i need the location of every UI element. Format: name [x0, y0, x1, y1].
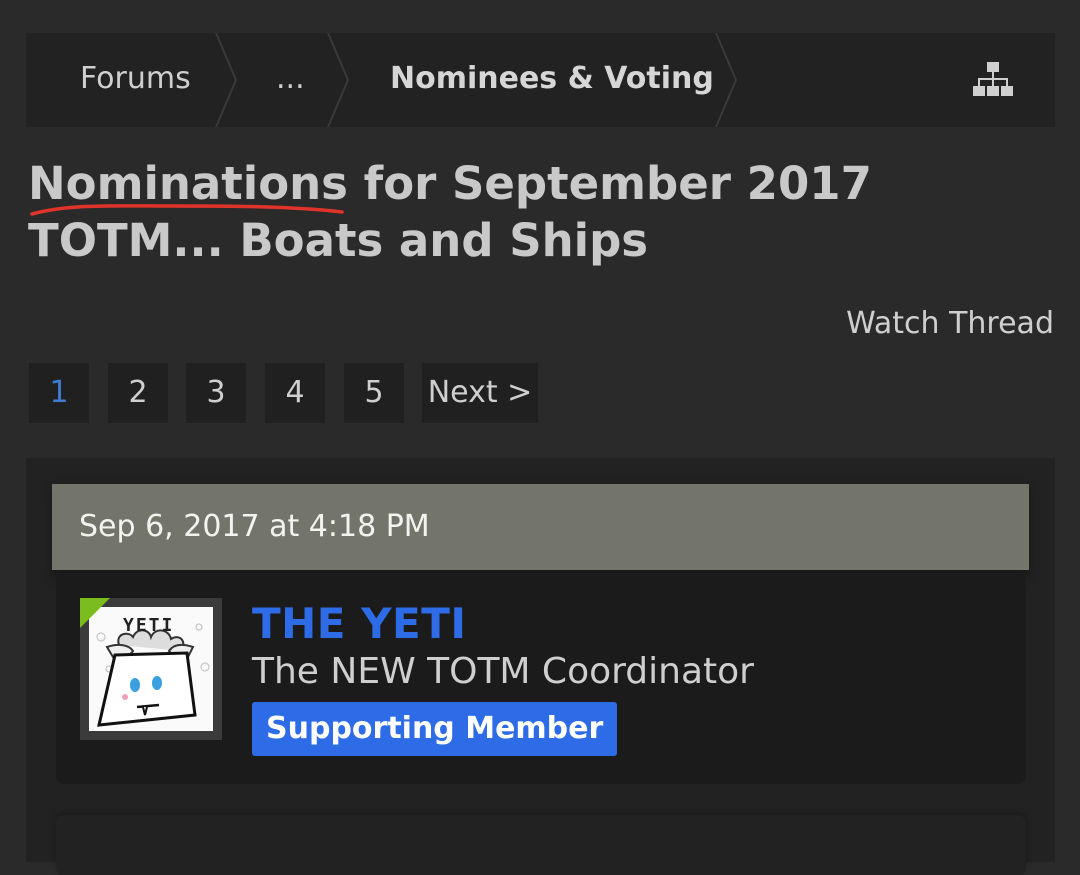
supporting-member-badge: Supporting Member: [252, 702, 618, 756]
watch-thread-link[interactable]: Watch Thread: [846, 306, 1054, 341]
spellcheck-underline-icon: [30, 204, 344, 216]
page-4-button[interactable]: 4: [265, 363, 325, 423]
next-page-button[interactable]: Next >: [422, 363, 538, 423]
user-title: The NEW TOTM Coordinator: [252, 651, 754, 692]
avatar-text: YETI: [123, 615, 175, 636]
sitemap-icon[interactable]: [973, 60, 1013, 100]
post-body: [56, 815, 1026, 875]
page-1-button[interactable]: 1: [29, 363, 89, 423]
breadcrumb-separator-icon: [326, 33, 350, 127]
online-status-icon: [80, 598, 110, 628]
user-card: YETI THE YETI The NEW TOTM Coordinator S…: [56, 573, 1026, 784]
breadcrumb-forums[interactable]: Forums: [80, 33, 191, 127]
page-3-button[interactable]: 3: [186, 363, 246, 423]
page-2-button[interactable]: 2: [108, 363, 168, 423]
avatar[interactable]: YETI: [80, 598, 222, 740]
breadcrumb-separator-icon: [714, 33, 738, 127]
breadcrumb-ellipsis[interactable]: ...: [276, 33, 305, 127]
breadcrumb: Forums ... Nominees & Voting: [26, 33, 1055, 127]
page-5-button[interactable]: 5: [344, 363, 404, 423]
post-date[interactable]: Sep 6, 2017 at 4:18 PM: [79, 484, 430, 570]
breadcrumb-separator-icon: [214, 33, 238, 127]
breadcrumb-nominees-voting[interactable]: Nominees & Voting: [390, 33, 714, 127]
username[interactable]: THE YETI: [252, 599, 467, 648]
post-header: Sep 6, 2017 at 4:18 PM: [52, 484, 1029, 570]
